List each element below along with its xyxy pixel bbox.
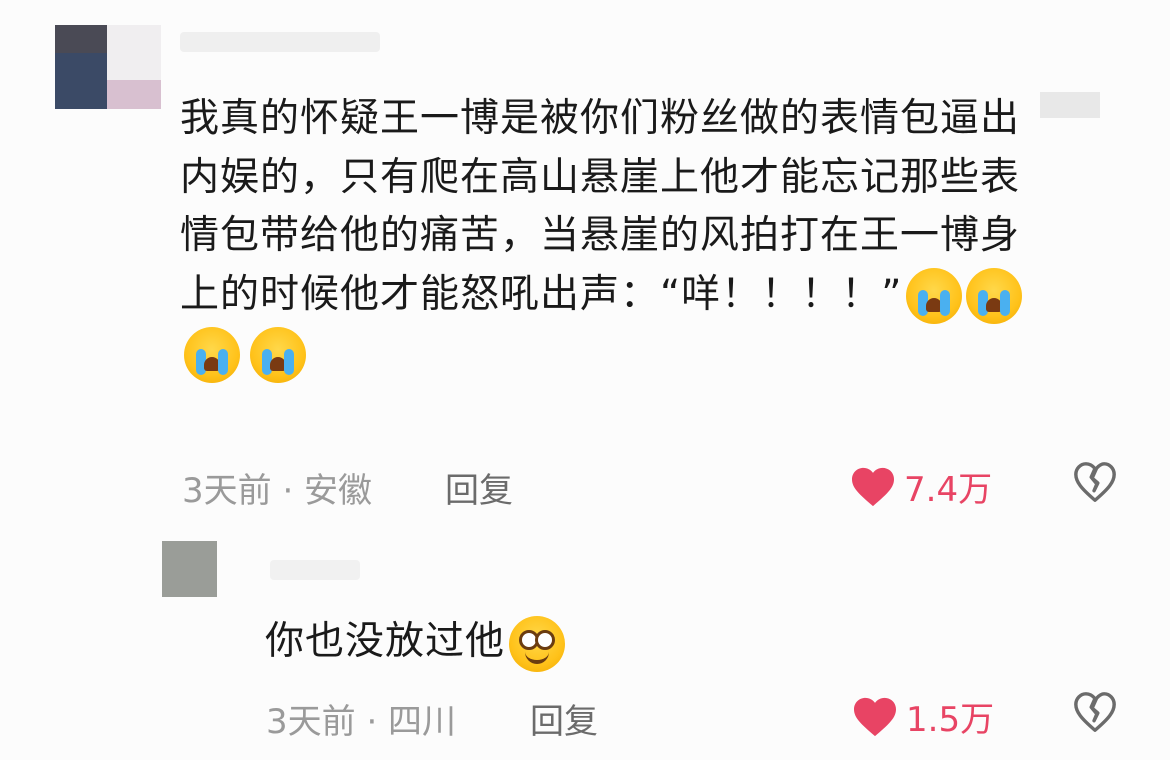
reply-button[interactable]: 回复 bbox=[445, 463, 513, 512]
comment-line-text: 上的时候他才能怒吼出声：“咩！！！！” bbox=[180, 271, 903, 317]
like-count: 1.5万 bbox=[906, 700, 995, 740]
comment-line-text: 你也没放过他 bbox=[265, 619, 506, 664]
dislike-button[interactable] bbox=[1072, 460, 1118, 510]
comment-line: 内娱的，只有爬在高山悬崖上他才能忘记那些表 bbox=[180, 154, 1021, 200]
username-redacted[interactable] bbox=[180, 32, 380, 52]
comment-text: 你也没放过他 bbox=[265, 613, 566, 672]
broken-heart-icon bbox=[1074, 462, 1116, 502]
crying-face-icon bbox=[250, 326, 306, 383]
comment-time-location: 3天前 · 安徽 bbox=[182, 471, 373, 511]
avatar[interactable] bbox=[162, 541, 217, 597]
crying-face-icon bbox=[906, 268, 963, 324]
like-button[interactable]: 7.4万 bbox=[850, 462, 992, 511]
crying-face-icon bbox=[184, 326, 240, 383]
reply-button[interactable]: 回复 bbox=[530, 694, 598, 743]
comment-line: 我真的怀疑王一博是被你们粉丝做的表情包逼出 bbox=[180, 96, 1021, 141]
username-redacted[interactable] bbox=[270, 560, 360, 580]
flushed-smile-face-icon bbox=[509, 615, 566, 672]
like-count: 7.4万 bbox=[904, 470, 993, 510]
dislike-button[interactable] bbox=[1072, 690, 1118, 740]
comment-text: 我真的怀疑王一博是被你们粉丝做的表情包逼出 内娱的，只有爬在高山悬崖上他才能忘记… bbox=[180, 90, 1120, 383]
heart-icon bbox=[852, 467, 894, 506]
comment-line: 情包带给他的痛苦，当悬崖的风拍打在王一博身 bbox=[180, 213, 1021, 258]
broken-heart-icon bbox=[1074, 692, 1116, 732]
crying-face-icon bbox=[966, 268, 1023, 324]
avatar[interactable] bbox=[55, 25, 161, 109]
comment-line bbox=[180, 324, 1120, 383]
comment-line: 上的时候他才能怒吼出声：“咩！！！！” bbox=[180, 266, 1120, 324]
comment-time-location: 3天前 · 四川 bbox=[266, 702, 457, 742]
heart-icon bbox=[854, 697, 896, 736]
like-button[interactable]: 1.5万 bbox=[852, 692, 994, 741]
